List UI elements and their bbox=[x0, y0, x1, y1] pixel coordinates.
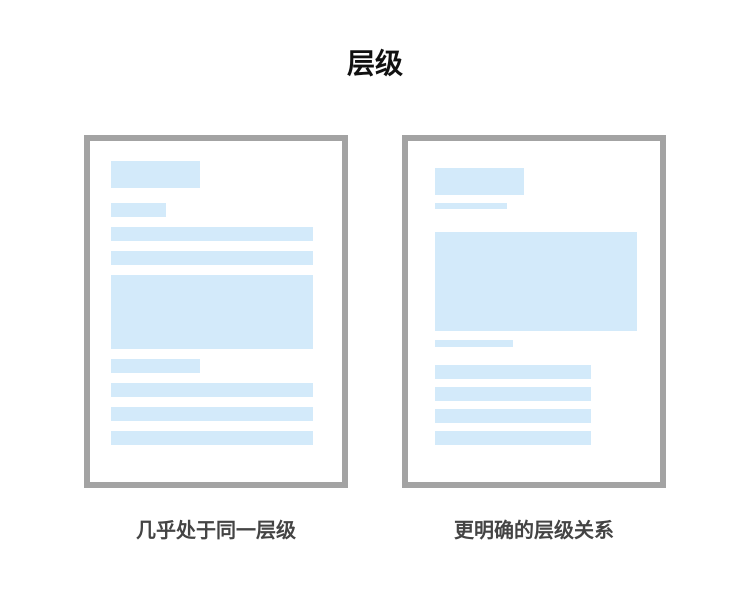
text-line-block bbox=[111, 227, 313, 241]
text-line-block bbox=[111, 407, 313, 421]
subheading-block bbox=[111, 359, 200, 373]
image-block bbox=[111, 275, 313, 349]
text-line-block bbox=[111, 383, 313, 397]
text-line-block bbox=[111, 431, 313, 445]
heading-block bbox=[435, 168, 524, 195]
subheading-block bbox=[435, 203, 507, 209]
text-line-block bbox=[111, 251, 313, 265]
caption-line-block bbox=[435, 340, 513, 347]
text-line-block bbox=[435, 409, 591, 423]
page-mockup-flat-hierarchy bbox=[84, 135, 348, 488]
panel-caption-left: 几乎处于同一层级 bbox=[136, 518, 296, 542]
text-line-block bbox=[435, 365, 591, 379]
text-line-block bbox=[435, 387, 591, 401]
heading-block bbox=[111, 161, 200, 188]
text-line-block bbox=[435, 431, 591, 445]
diagram-title: 层级 bbox=[346, 47, 403, 80]
panel-caption-right: 更明确的层级关系 bbox=[454, 518, 614, 542]
subheading-block bbox=[111, 203, 166, 217]
page-mockup-clear-hierarchy bbox=[402, 135, 666, 488]
image-block bbox=[435, 232, 637, 331]
